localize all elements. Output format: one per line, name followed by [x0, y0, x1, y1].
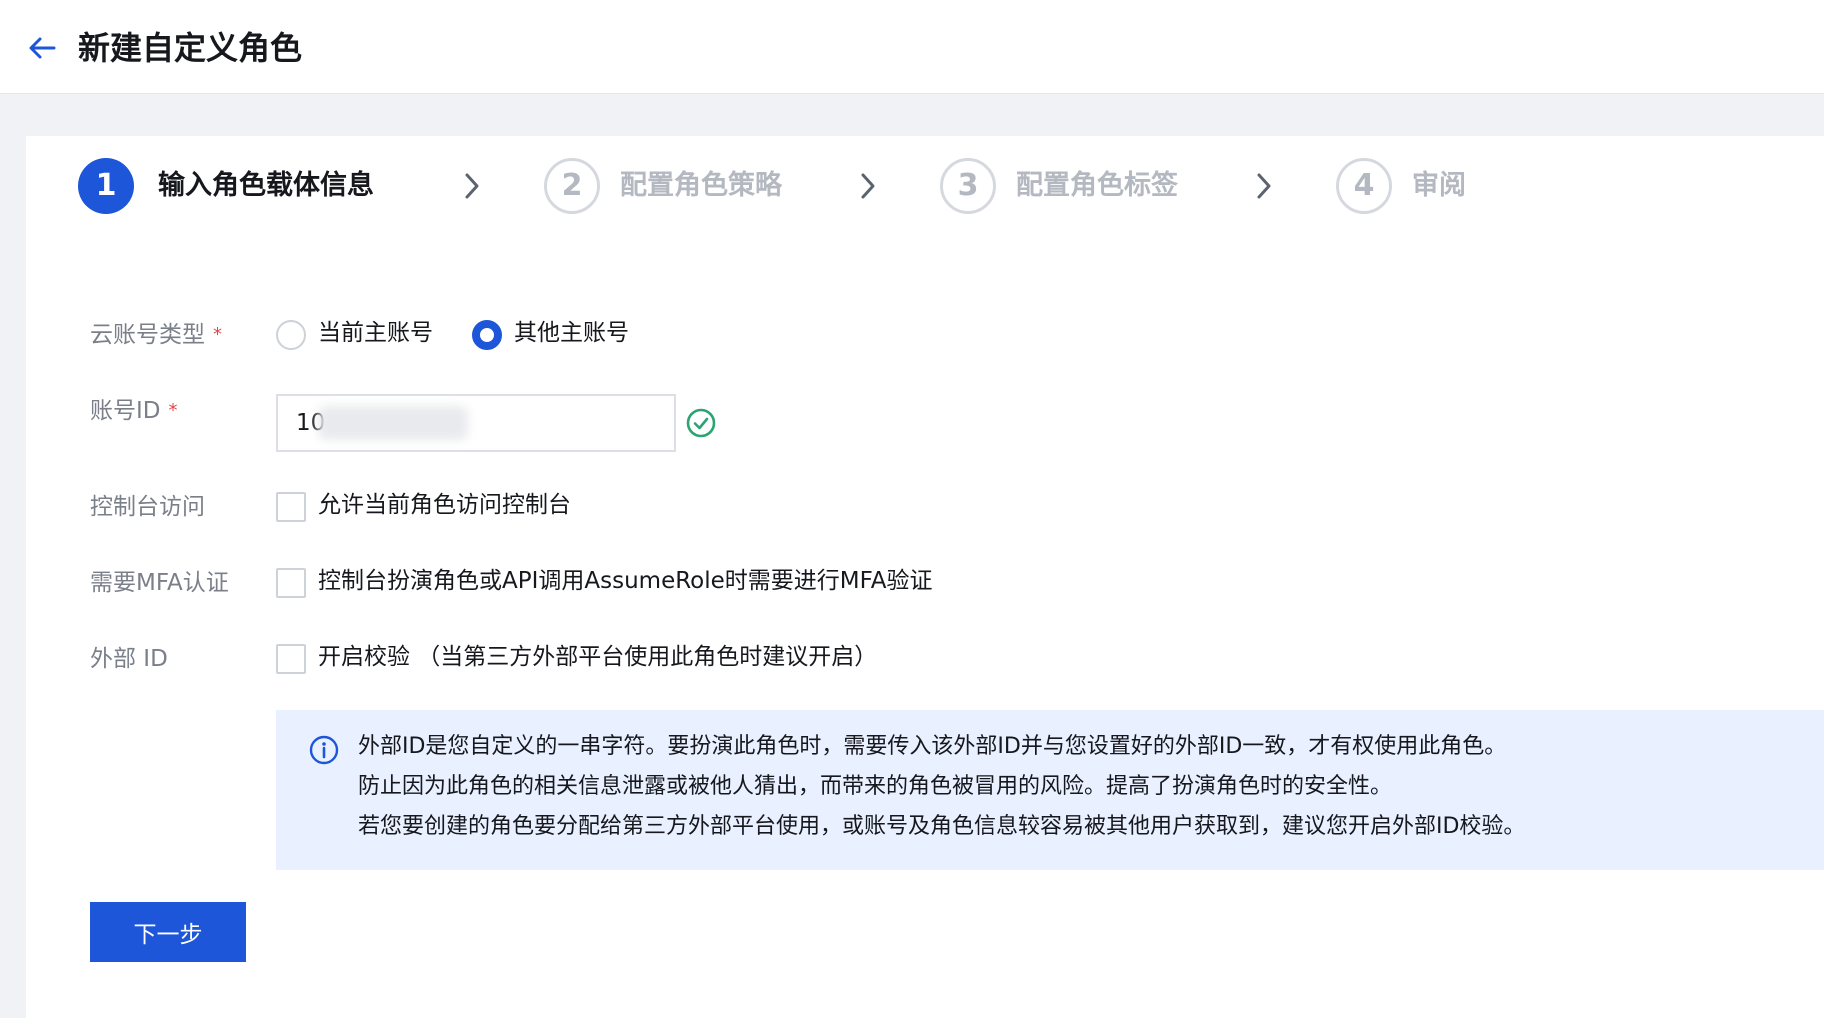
step-4-label: 审阅: [1412, 170, 1466, 201]
step-4-number: 4: [1336, 158, 1392, 214]
account-type-label: 云账号类型 *: [90, 322, 222, 348]
external-id-checkbox-label[interactable]: 开启校验 （当第三方外部平台使用此角色时建议开启）: [318, 640, 877, 674]
required-mark: *: [168, 400, 178, 421]
external-id-label: 外部 ID: [90, 646, 168, 672]
account-id-label: 账号ID *: [90, 398, 178, 424]
info-circle-icon: [309, 735, 339, 765]
required-mark: *: [213, 324, 222, 345]
console-access-checkbox[interactable]: [276, 492, 306, 522]
chevron-right-icon: [465, 173, 479, 199]
mfa-checkbox[interactable]: [276, 568, 306, 598]
console-access-label: 控制台访问: [90, 494, 205, 520]
step-1-number: 1: [78, 158, 134, 214]
step-indicator: 1 输入角色载体信息 2 配置角色策略 3 配置角色标签 4 审阅: [26, 136, 1824, 286]
arrow-left-icon[interactable]: [24, 30, 60, 66]
step-2-number: 2: [544, 158, 600, 214]
info-notice: 外部ID是您自定义的一串字符。要扮演此角色时，需要传入该外部ID并与您设置好的外…: [276, 710, 1824, 870]
radio-other-account-label[interactable]: 其他主账号: [514, 316, 629, 350]
radio-current-account[interactable]: [276, 320, 306, 350]
mfa-label: 需要MFA认证: [90, 570, 229, 596]
step-2-label: 配置角色策略: [620, 170, 782, 201]
page-title: 新建自定义角色: [78, 29, 303, 67]
check-circle-icon: [686, 408, 716, 438]
step-3-number: 3: [940, 158, 996, 214]
redacted-value: [318, 406, 468, 440]
external-id-checkbox[interactable]: [276, 644, 306, 674]
mfa-checkbox-label[interactable]: 控制台扮演角色或API调用AssumeRole时需要进行MFA验证: [318, 564, 932, 598]
radio-current-account-label[interactable]: 当前主账号: [318, 316, 433, 350]
info-line: 外部ID是您自定义的一串字符。要扮演此角色时，需要传入该外部ID并与您设置好的外…: [358, 734, 1507, 759]
top-bar: 新建自定义角色: [0, 0, 1824, 94]
chevron-right-icon: [1257, 173, 1271, 199]
info-line: 防止因为此角色的相关信息泄露或被他人猜出，而带来的角色被冒用的风险。提高了扮演角…: [358, 774, 1393, 799]
form-card: 1 输入角色载体信息 2 配置角色策略 3 配置角色标签 4 审阅 云账号类型 *…: [26, 136, 1824, 1018]
next-step-button[interactable]: 下一步: [90, 902, 246, 962]
console-access-checkbox-label[interactable]: 允许当前角色访问控制台: [318, 488, 571, 522]
radio-other-account[interactable]: [472, 320, 502, 350]
step-1-label: 输入角色载体信息: [158, 170, 374, 201]
step-3-label: 配置角色标签: [1016, 170, 1178, 201]
chevron-right-icon: [861, 173, 875, 199]
info-line: 若您要创建的角色要分配给第三方外部平台使用，或账号及角色信息较容易被其他用户获取…: [358, 814, 1526, 839]
